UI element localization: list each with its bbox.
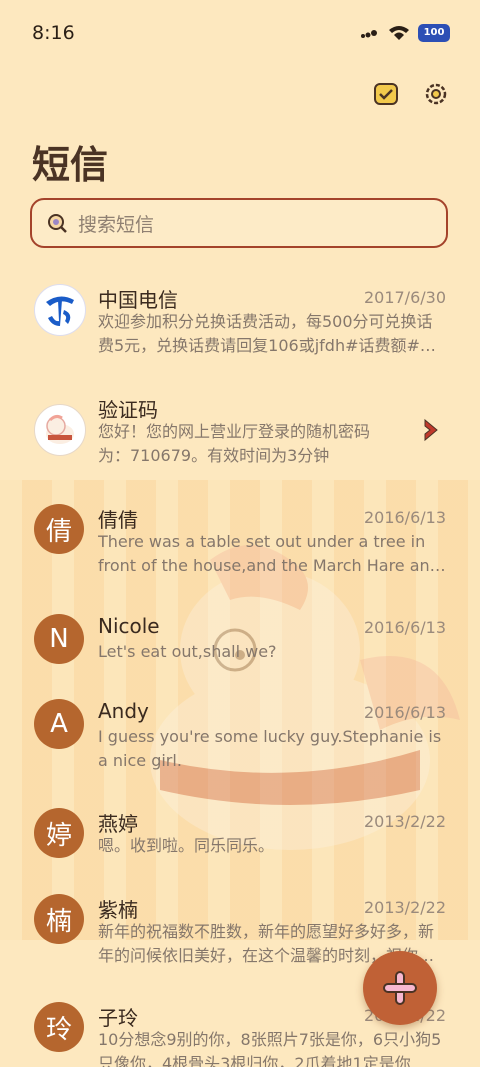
message-preview: 欢迎参加积分兑换话费活动，每500分可兑换话费5元，兑换话费请回复106或jfd… <box>98 312 436 355</box>
avatar: 婷 <box>34 808 84 858</box>
mascot-avatar-icon <box>34 404 86 456</box>
message-date: 2016/6/13 <box>363 703 446 722</box>
plus-icon <box>383 971 417 1005</box>
message-preview: Let's eat out,shall we? <box>98 642 277 661</box>
avatar: N <box>34 614 84 664</box>
sender-name: 燕婷 <box>98 812 138 836</box>
todo-button[interactable] <box>372 80 400 108</box>
message-preview: 10分想念9别的你，8张照片7张是你，6只小狗5只像你，4根骨头3根归你，2爪着… <box>98 1030 442 1067</box>
gear-icon <box>425 83 447 105</box>
message-row-verification[interactable]: 验证码 您好！您的网上营业厅登录的随机密码为：710679。有效时间为3分钟 <box>0 394 480 476</box>
status-bar: 8:16 100 <box>0 0 480 66</box>
message-row[interactable]: N Nicole 2016/6/13 Let's eat out,shall w… <box>0 614 480 674</box>
search-input[interactable]: 搜索短信 <box>30 198 448 248</box>
sender-name: 紫楠 <box>98 898 138 922</box>
message-date: 2013/2/22 <box>363 898 446 917</box>
sender-name: 中国电信 <box>98 288 178 312</box>
message-row[interactable]: 婷 燕婷 2013/2/22 嗯。收到啦。同乐同乐。 <box>0 808 480 868</box>
message-preview: 嗯。收到啦。同乐同乐。 <box>98 836 275 855</box>
message-date: 2016/6/13 <box>363 618 446 637</box>
status-icons: 100 <box>360 24 450 42</box>
sender-name: Andy <box>98 699 149 723</box>
settings-button[interactable] <box>422 80 450 108</box>
new-message-button[interactable] <box>363 951 437 1025</box>
sender-name: 子玲 <box>98 1006 138 1030</box>
checkbox-icon <box>374 83 398 105</box>
message-date: 2016/6/13 <box>363 508 446 527</box>
sender-name: 验证码 <box>98 398 158 422</box>
wifi-icon <box>389 26 409 40</box>
status-time: 8:16 <box>32 22 75 44</box>
china-telecom-logo-icon <box>34 284 86 336</box>
message-date: 2013/2/22 <box>363 812 446 831</box>
message-preview: I guess you're some lucky guy.Stephanie … <box>98 727 442 770</box>
battery-icon: 100 <box>418 24 450 42</box>
message-row[interactable]: 倩 倩倩 2016/6/13 There was a table set out… <box>0 504 480 586</box>
search-placeholder: 搜索短信 <box>78 213 155 236</box>
message-date: 2017/6/30 <box>363 288 446 307</box>
avatar: A <box>34 699 84 749</box>
message-row-telecom[interactable]: 中国电信 2017/6/30 欢迎参加积分兑换话费活动，每500分可兑换话费5元… <box>0 284 480 366</box>
signal-icon <box>361 30 377 38</box>
search-icon <box>48 214 67 233</box>
avatar: 玲 <box>34 1002 84 1052</box>
avatar: 倩 <box>34 504 84 554</box>
sender-name: 倩倩 <box>98 508 138 532</box>
message-preview: 您好！您的网上营业厅登录的随机密码为：710679。有效时间为3分钟 <box>98 422 371 465</box>
message-preview: There was a table set out under a tree i… <box>98 532 440 575</box>
avatar: 楠 <box>34 894 84 944</box>
page-title: 短信 <box>32 143 109 187</box>
top-actions <box>372 80 450 108</box>
chevron-right-icon[interactable] <box>422 418 440 442</box>
message-row[interactable]: A Andy 2016/6/13 I guess you're some luc… <box>0 699 480 781</box>
sender-name: Nicole <box>98 614 160 638</box>
